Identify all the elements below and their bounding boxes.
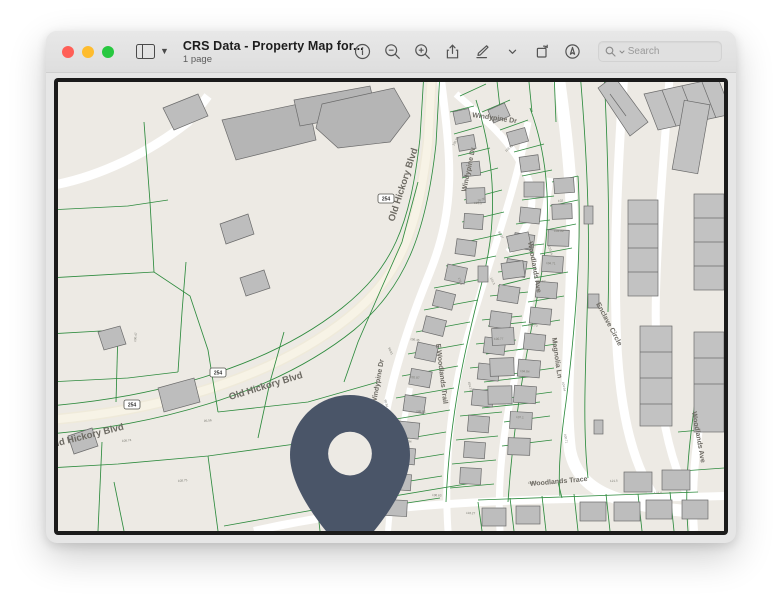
- svg-text:254: 254: [382, 197, 391, 203]
- svg-text:106.73: 106.73: [528, 323, 538, 328]
- page-title: CRS Data - Property Map for...: [183, 39, 332, 53]
- info-icon[interactable]: [348, 37, 378, 67]
- toolbar: [348, 37, 588, 67]
- minimize-button[interactable]: [82, 46, 94, 58]
- page-count-label: 1 page: [183, 54, 332, 65]
- svg-text:118.27: 118.27: [466, 511, 476, 515]
- markup-pen-icon[interactable]: [468, 37, 498, 67]
- search-icon: [605, 46, 616, 57]
- search-chevron-down-icon: [619, 49, 625, 55]
- svg-text:121.4: 121.4: [654, 491, 662, 495]
- svg-text:254: 254: [214, 371, 223, 377]
- document-viewport[interactable]: 217.84 171.8 76.05 84.37 123.5 146.85 10…: [54, 78, 728, 535]
- close-button[interactable]: [62, 46, 74, 58]
- preview-window: ▼ CRS Data - Property Map for... 1 page: [46, 31, 736, 543]
- svg-text:108.63: 108.63: [432, 493, 442, 498]
- property-map[interactable]: 217.84 171.8 76.05 84.37 123.5 146.85 10…: [58, 82, 724, 531]
- annotate-icon[interactable]: [558, 37, 588, 67]
- chevron-down-icon[interactable]: [498, 37, 528, 67]
- svg-text:123.5: 123.5: [474, 201, 482, 205]
- route-shield-254-b: 254: [210, 368, 226, 377]
- traffic-light-buttons[interactable]: [62, 46, 114, 58]
- svg-text:121.5: 121.5: [610, 479, 618, 483]
- chevron-down-icon: ▼: [160, 47, 169, 56]
- sidebar-toggle-button[interactable]: ▼: [136, 44, 169, 59]
- zoom-out-icon[interactable]: [378, 37, 408, 67]
- document-title-block: CRS Data - Property Map for... 1 page: [183, 39, 332, 65]
- window-titlebar: ▼ CRS Data - Property Map for... 1 page: [46, 31, 736, 73]
- svg-text:104.71: 104.71: [546, 261, 556, 266]
- svg-text:102: 102: [558, 199, 564, 203]
- search-placeholder: Search: [628, 46, 660, 57]
- zoom-in-icon[interactable]: [408, 37, 438, 67]
- svg-text:95.56: 95.56: [204, 418, 212, 423]
- property-marker[interactable]: Lot 2.5 Acres: [290, 395, 410, 531]
- share-icon[interactable]: [438, 37, 468, 67]
- svg-text:100.77: 100.77: [494, 337, 504, 341]
- svg-text:104.84: 104.84: [520, 369, 530, 374]
- route-shield-254-c: 254: [124, 400, 140, 409]
- zoom-button[interactable]: [102, 46, 114, 58]
- svg-text:254: 254: [128, 403, 137, 409]
- screen: ▼ CRS Data - Property Map for... 1 page: [0, 0, 782, 600]
- rotate-icon[interactable]: [528, 37, 558, 67]
- svg-text:104.99: 104.99: [554, 229, 564, 233]
- map-pin-icon[interactable]: [290, 395, 410, 531]
- svg-text:107.1: 107.1: [516, 415, 524, 419]
- search-input[interactable]: Search: [598, 41, 722, 62]
- route-shield-254-a: 254: [378, 194, 394, 203]
- sidebar-icon: [136, 44, 155, 59]
